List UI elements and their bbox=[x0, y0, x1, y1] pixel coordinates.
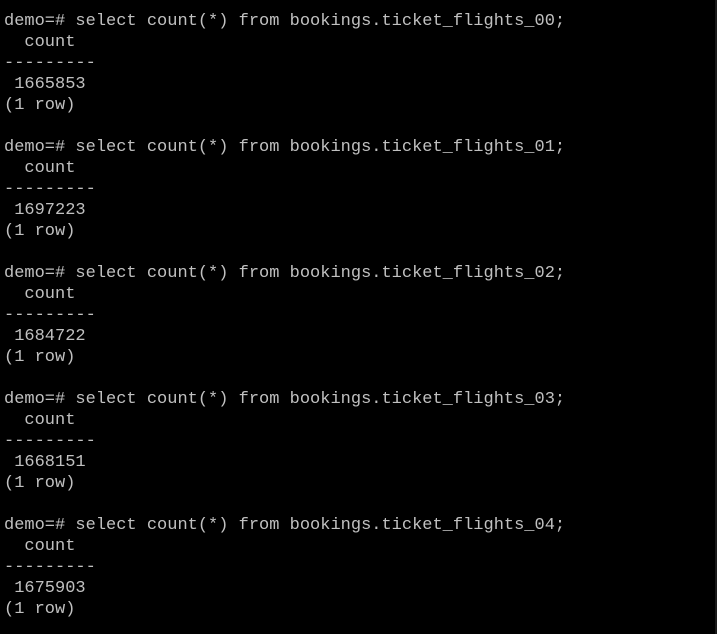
prompt: demo=# bbox=[4, 12, 66, 31]
row-count: (1 row) bbox=[4, 222, 76, 241]
command-line: demo=# select count(*) from bookings.tic… bbox=[4, 11, 565, 32]
result-separator: --------- bbox=[4, 558, 96, 577]
result-value: 1697223 bbox=[14, 201, 86, 220]
result-header: count bbox=[24, 411, 76, 430]
top-text-artifact: " bbox=[180, 0, 186, 2]
result-header: count bbox=[24, 285, 76, 304]
result-value: 1675903 bbox=[14, 579, 86, 598]
prompt: demo=# bbox=[4, 516, 66, 535]
terminal-window[interactable]: " demo=# select count(*) from bookings.t… bbox=[0, 0, 717, 634]
result-value: 1668151 bbox=[14, 453, 86, 472]
result-separator: --------- bbox=[4, 180, 96, 199]
command-line: demo=# select count(*) from bookings.tic… bbox=[4, 137, 565, 158]
command-line: demo=# select count(*) from bookings.tic… bbox=[4, 263, 565, 284]
row-count: (1 row) bbox=[4, 600, 76, 619]
row-count: (1 row) bbox=[4, 96, 76, 115]
prompt: demo=# bbox=[4, 138, 66, 157]
result-header: count bbox=[24, 537, 76, 556]
result-value: 1665853 bbox=[14, 75, 86, 94]
prompt: demo=# bbox=[4, 264, 66, 283]
command-text: select count(*) from bookings.ticket_fli… bbox=[75, 138, 566, 157]
command-line: demo=# select count(*) from bookings.tic… bbox=[4, 515, 565, 536]
command-line: demo=# select count(*) from bookings.tic… bbox=[4, 389, 565, 410]
result-header: count bbox=[24, 33, 76, 52]
result-separator: --------- bbox=[4, 306, 96, 325]
row-count: (1 row) bbox=[4, 474, 76, 493]
command-text: select count(*) from bookings.ticket_fli… bbox=[75, 264, 566, 283]
prompt: demo=# bbox=[4, 390, 66, 409]
result-separator: --------- bbox=[4, 54, 96, 73]
result-value: 1684722 bbox=[14, 327, 86, 346]
result-header: count bbox=[24, 159, 76, 178]
result-separator: --------- bbox=[4, 432, 96, 451]
command-text: select count(*) from bookings.ticket_fli… bbox=[75, 516, 566, 535]
command-text: select count(*) from bookings.ticket_fli… bbox=[75, 390, 566, 409]
row-count: (1 row) bbox=[4, 348, 76, 367]
command-text: select count(*) from bookings.ticket_fli… bbox=[75, 12, 566, 31]
